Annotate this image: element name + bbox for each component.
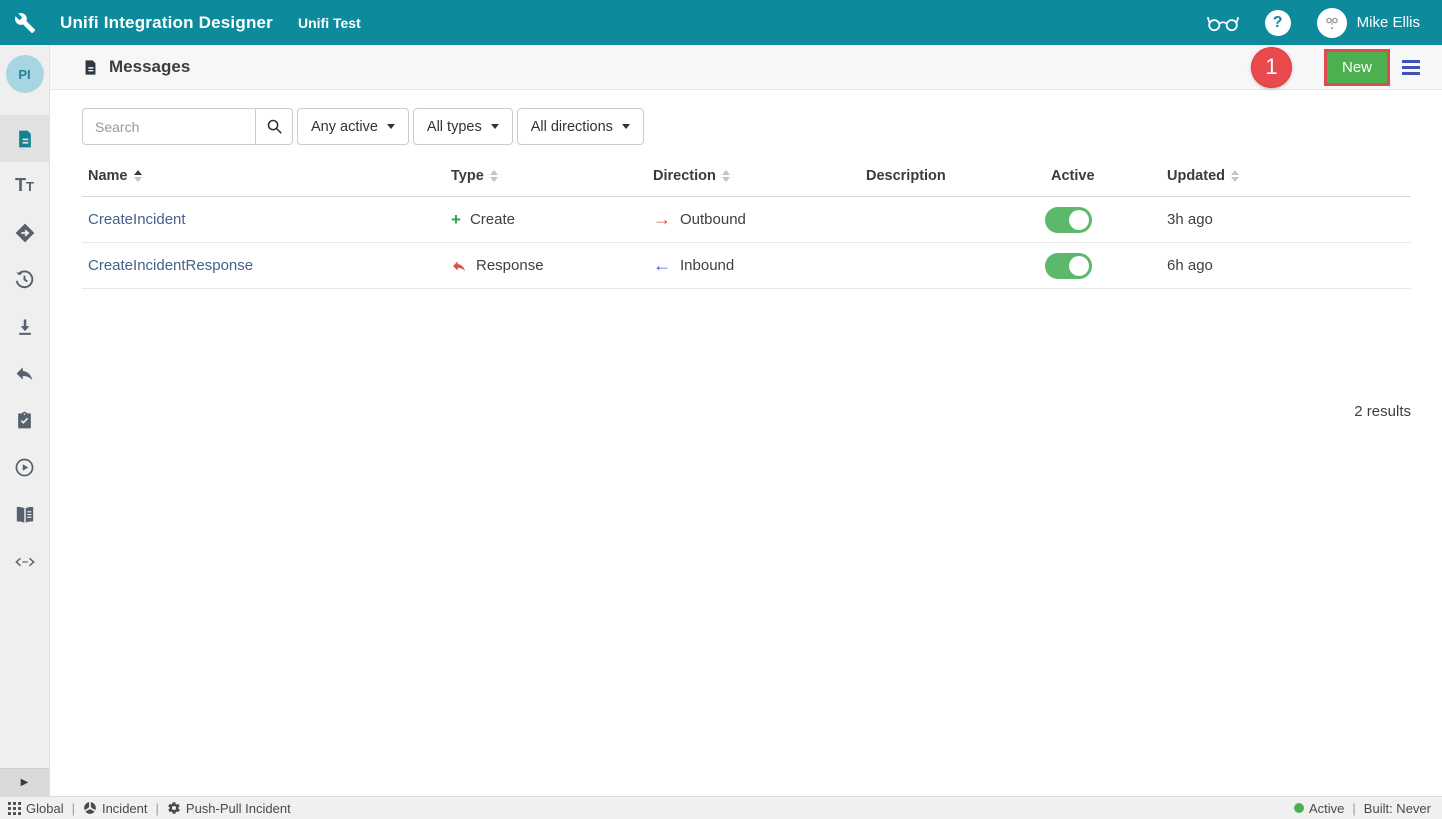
chevron-down-icon: [622, 124, 630, 129]
active-toggle[interactable]: [1045, 253, 1092, 279]
type-filter-dropdown[interactable]: All types: [413, 108, 513, 145]
diamond-arrow-icon: [14, 222, 36, 244]
text-icon: TT: [15, 175, 34, 196]
messages-doc-icon: [82, 58, 99, 77]
column-header-description: Description: [860, 168, 1045, 184]
reply-icon: [14, 363, 35, 384]
messages-content: Any active All types All directions Name: [50, 90, 1442, 796]
scope-label: Global: [26, 801, 64, 816]
annotation-highlight-box: New: [1324, 49, 1390, 86]
avatar[interactable]: [1317, 8, 1347, 38]
active-filter-label: Any active: [311, 119, 378, 135]
sort-asc-icon: [134, 170, 142, 182]
sidebar-item-book[interactable]: [0, 491, 49, 538]
menu-icon[interactable]: [1400, 56, 1422, 79]
user-name[interactable]: Mike Ellis: [1357, 14, 1420, 31]
direction-label: Outbound: [680, 211, 746, 228]
column-header-type[interactable]: Type: [445, 168, 647, 184]
status-dot-icon: [1294, 803, 1304, 813]
active-toggle[interactable]: [1045, 207, 1092, 233]
code-icon: [13, 553, 37, 571]
expand-arrow-icon: ▶: [21, 777, 29, 788]
environment-label: Unifi Test: [298, 15, 361, 31]
outbound-arrow-icon: →: [653, 209, 671, 230]
new-button[interactable]: New: [1327, 52, 1387, 83]
sort-icon: [490, 170, 498, 182]
direction-filter-dropdown[interactable]: All directions: [517, 108, 644, 145]
sidebar-item-reply[interactable]: [0, 350, 49, 397]
table-item[interactable]: Incident: [83, 801, 148, 816]
history-icon: [14, 269, 35, 290]
document-icon: [15, 128, 35, 150]
app-title: Unifi Integration Designer: [60, 13, 273, 33]
wrench-icon: [0, 12, 50, 34]
column-header-name[interactable]: Name: [82, 168, 445, 184]
book-icon: [14, 505, 36, 525]
results-count: 2 results: [82, 403, 1411, 420]
direction-filter-label: All directions: [531, 119, 613, 135]
scope-item[interactable]: Global: [8, 801, 64, 816]
column-header-direction[interactable]: Direction: [647, 168, 860, 184]
page-title: Messages: [109, 57, 190, 77]
search-button[interactable]: [255, 108, 293, 145]
sidebar-item-download[interactable]: [0, 303, 49, 350]
sidebar-item-clipboard-check[interactable]: [0, 397, 49, 444]
help-icon[interactable]: ?: [1265, 10, 1291, 36]
direction-label: Inbound: [680, 257, 734, 274]
sidebar-item-history[interactable]: [0, 256, 49, 303]
search-input[interactable]: [82, 108, 256, 145]
response-reply-icon: [451, 258, 467, 274]
table-row: CreateIncidentResponse Response ← Inboun…: [82, 243, 1411, 289]
type-filter-label: All types: [427, 119, 482, 135]
gear-icon: [167, 801, 181, 815]
table-label: Incident: [102, 801, 148, 816]
sidebar-item-play[interactable]: [0, 444, 49, 491]
table-header-row: Name Type Direction Description: [82, 162, 1411, 197]
integration-label: Push-Pull Incident: [186, 801, 291, 816]
chevron-down-icon: [387, 124, 395, 129]
integration-avatar[interactable]: PI: [6, 55, 44, 93]
message-link[interactable]: CreateIncidentResponse: [88, 257, 253, 274]
active-filter-dropdown[interactable]: Any active: [297, 108, 409, 145]
sidebar-item-code[interactable]: [0, 538, 49, 585]
active-status: Active: [1294, 801, 1344, 816]
sort-icon: [722, 170, 730, 182]
play-circle-icon: [14, 457, 35, 478]
updated-label: 6h ago: [1167, 257, 1213, 274]
glasses-icon[interactable]: [1207, 13, 1239, 33]
column-header-active: Active: [1045, 168, 1161, 184]
built-label: Built: Never: [1364, 801, 1431, 816]
message-link[interactable]: CreateIncident: [88, 211, 186, 228]
type-label: Create: [470, 211, 515, 228]
sidebar-item-messages[interactable]: [0, 115, 49, 162]
grid-icon: [8, 802, 21, 815]
filter-bar: Any active All types All directions: [82, 108, 1411, 145]
sort-icon: [1231, 170, 1239, 182]
create-plus-icon: +: [451, 211, 461, 228]
search-icon: [266, 118, 283, 135]
chevron-down-icon: [491, 124, 499, 129]
inbound-arrow-icon: ←: [653, 255, 671, 276]
updated-label: 3h ago: [1167, 211, 1213, 228]
status-bar: Global | Incident | Push-Pull Incident A…: [0, 796, 1442, 819]
sidebar-item-text[interactable]: TT: [0, 162, 49, 209]
clipboard-check-icon: [15, 410, 34, 431]
page-header: Messages 1 New: [50, 45, 1442, 90]
sidebar-item-diamond-arrow[interactable]: [0, 209, 49, 256]
annotation-badge: 1: [1251, 47, 1292, 88]
type-label: Response: [476, 257, 544, 274]
status-label: Active: [1309, 801, 1344, 816]
table-row: CreateIncident + Create → Outbound 3h ag…: [82, 197, 1411, 243]
incident-icon: [83, 801, 97, 815]
integration-item[interactable]: Push-Pull Incident: [167, 801, 291, 816]
download-icon: [15, 317, 35, 337]
column-header-updated[interactable]: Updated: [1161, 168, 1411, 184]
sidebar-expand-button[interactable]: ▶: [0, 768, 49, 796]
messages-table: Name Type Direction Description: [82, 162, 1411, 289]
left-sidebar: PI TT: [0, 45, 50, 796]
top-app-bar: Unifi Integration Designer Unifi Test ? …: [0, 0, 1442, 45]
